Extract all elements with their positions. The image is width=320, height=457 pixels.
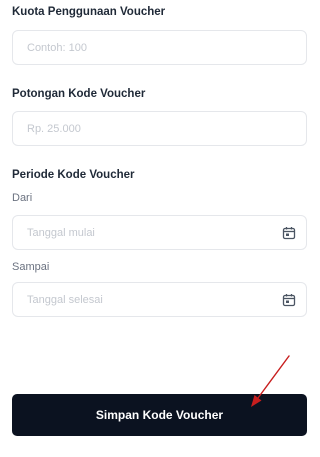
potongan-input[interactable]: [27, 122, 296, 135]
dari-date-field[interactable]: [12, 215, 307, 250]
potongan-label: Potongan Kode Voucher: [12, 88, 146, 100]
periode-label: Periode Kode Voucher: [12, 169, 135, 181]
potongan-field[interactable]: [12, 111, 307, 146]
save-voucher-button[interactable]: Simpan Kode Voucher: [12, 394, 307, 436]
dari-date-input[interactable]: [27, 226, 282, 239]
calendar-icon[interactable]: [282, 226, 296, 240]
sampai-label: Sampai: [12, 261, 50, 273]
kuota-field[interactable]: [12, 30, 307, 65]
calendar-icon[interactable]: [282, 293, 296, 307]
sampai-date-field[interactable]: [12, 282, 307, 317]
kuota-input[interactable]: [27, 41, 296, 54]
sampai-date-input[interactable]: [27, 293, 282, 306]
voucher-form: Kuota Penggunaan Voucher Potongan Kode V…: [0, 0, 320, 457]
dari-label: Dari: [12, 192, 33, 204]
kuota-label: Kuota Penggunaan Voucher: [12, 6, 166, 18]
